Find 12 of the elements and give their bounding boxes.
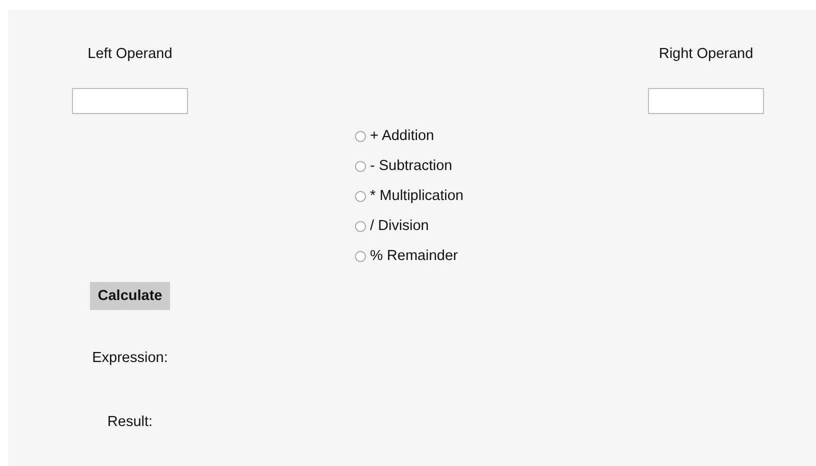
right-operand-label: Right Operand: [658, 45, 754, 63]
right-operand-field[interactable]: [648, 88, 764, 114]
expression-label: Expression:: [92, 349, 168, 368]
operation-radio[interactable]: * Multiplication: [355, 181, 464, 211]
left-operand-field[interactable]: [72, 88, 188, 114]
result-label: Result:: [107, 413, 153, 432]
left-operand-label: Left Operand: [88, 45, 172, 63]
operation-radio[interactable]: % Remainder: [355, 241, 464, 271]
operation-radio[interactable]: - Subtraction: [355, 151, 464, 181]
calculate-button[interactable]: Calculate: [90, 282, 170, 310]
operation-radio[interactable]: / Division: [355, 211, 464, 241]
operation-radio[interactable]: + Addition: [355, 121, 464, 151]
